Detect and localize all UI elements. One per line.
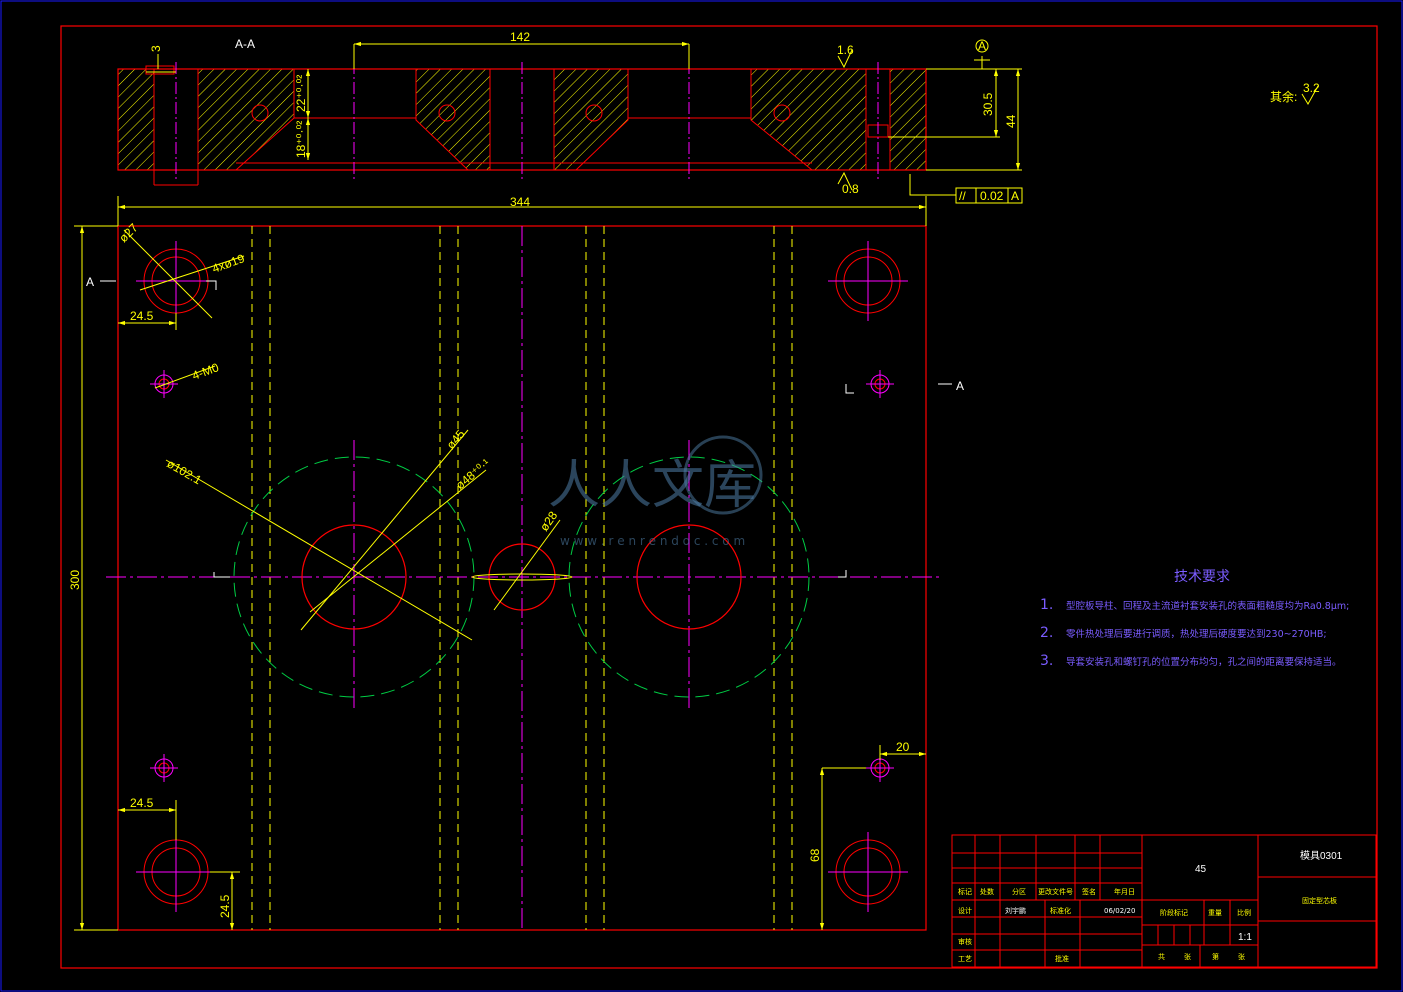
- tolerance-symbol: //: [959, 189, 966, 203]
- section-label: A-A: [235, 37, 255, 51]
- title-drawing-no: 模具0301: [1300, 850, 1343, 862]
- sheet-unit-2: 张: [1238, 952, 1245, 961]
- stage-label: 阶段标记: [1160, 908, 1188, 917]
- dim-left-depth: 3: [149, 45, 163, 52]
- dim-overall-width: 344: [510, 195, 530, 209]
- title-material: 45: [1195, 864, 1207, 875]
- section-cut-right: A: [956, 379, 964, 393]
- row-review-label: 审核: [958, 937, 972, 946]
- dim-offset-left-bottom: 24.5: [218, 894, 232, 918]
- sheet-total: 共: [1158, 952, 1165, 961]
- roughness-rest-label: 其余:: [1270, 89, 1297, 104]
- requirement-1-text: 型腔板导柱、回程及主流道衬套安装孔的表面粗糙度均为Ra0.8μm;: [1066, 600, 1349, 612]
- title-scale: 1:1: [1238, 932, 1252, 943]
- callout-small-hole: 4-M0: [190, 360, 221, 383]
- callout-d45: ø45: [444, 427, 468, 452]
- dim-top-width: 142: [510, 30, 530, 44]
- callout-d102: ø102.1: [165, 456, 205, 487]
- requirement-1-num: 1.: [1040, 597, 1053, 613]
- requirement-3-num: 3.: [1040, 653, 1053, 669]
- row-design-label: 设计: [958, 906, 972, 915]
- dim-edge-right: 20: [896, 740, 910, 754]
- dim-depth-b: 18⁺⁰·⁰²: [294, 121, 308, 158]
- callout-d27: ø27: [116, 220, 141, 245]
- technical-requirements: 技术要求 1. 型腔板导柱、回程及主流道衬套安装孔的表面粗糙度均为Ra0.8μm…: [1040, 569, 1349, 669]
- ratio-label: 比例: [1237, 908, 1251, 917]
- requirements-title: 技术要求: [1174, 569, 1230, 585]
- cad-drawing: A-A 142 3 22⁺⁰·⁰² 18⁺⁰·⁰² 30.5 44 1.6 0.…: [0, 0, 1403, 992]
- requirement-2-text: 零件热处理后要进行调质，热处理后硬度要达到230~270HB;: [1066, 628, 1327, 640]
- header-mark: 标记: [958, 887, 972, 896]
- dim-depth-a: 22⁺⁰·⁰²: [294, 75, 308, 112]
- roughness-top: 1.6: [837, 43, 854, 57]
- dim-height-b: 44: [1004, 114, 1018, 128]
- title-part-name: 固定型芯板: [1302, 896, 1337, 905]
- header-change-doc: 更改文件号: [1038, 887, 1073, 896]
- dim-right-height: 68: [808, 848, 822, 862]
- watermark-text: 人人文库: [548, 456, 756, 516]
- section-dimensions: [146, 41, 1319, 204]
- row-process-std: 批准: [1055, 954, 1069, 963]
- header-date: 年月日: [1114, 887, 1135, 896]
- requirement-3-text: 导套安装孔和螺钉孔的位置分布均匀，孔之间的距离要保持适当。: [1066, 656, 1342, 668]
- plan-dimensions: [74, 196, 927, 931]
- tolerance-value: 0.02: [980, 189, 1004, 203]
- title-date: 06/02/20: [1104, 907, 1135, 915]
- watermark: 人人文库 w w w . r e n r e n d o c . c o m: [548, 435, 763, 548]
- sheet-unit-1: 张: [1184, 952, 1191, 961]
- header-zone: 分区: [1012, 887, 1026, 896]
- watermark-url: w w w . r e n r e n d o c . c o m: [560, 534, 745, 548]
- roughness-bottom: 0.8: [842, 182, 859, 196]
- callout-d48: ø48⁺⁰·¹: [453, 456, 493, 492]
- tolerance-datum: A: [1011, 189, 1019, 203]
- row-process-label: 工艺: [958, 955, 972, 963]
- roughness-rest: 3.2: [1303, 81, 1320, 95]
- datum-letter: A: [978, 39, 986, 53]
- row-design-std: 标准化: [1050, 906, 1071, 915]
- plan-view: [100, 225, 952, 931]
- header-count: 处数: [980, 887, 994, 896]
- dim-offset-bottom: 24.5: [130, 796, 154, 810]
- header-signature: 签名: [1082, 887, 1096, 896]
- dim-height-a: 30.5: [981, 92, 995, 116]
- callout-4xd19: 4xø19: [210, 251, 246, 276]
- sheet-current: 第: [1212, 952, 1219, 961]
- dim-offset-top: 24.5: [130, 309, 154, 323]
- row-design-name: 刘宇鹏: [1005, 906, 1026, 915]
- weight-label: 重量: [1208, 909, 1222, 917]
- dim-overall-height: 300: [68, 570, 82, 590]
- requirement-2-num: 2.: [1040, 625, 1053, 641]
- section-view: [117, 62, 927, 186]
- section-cut-left: A: [86, 275, 94, 289]
